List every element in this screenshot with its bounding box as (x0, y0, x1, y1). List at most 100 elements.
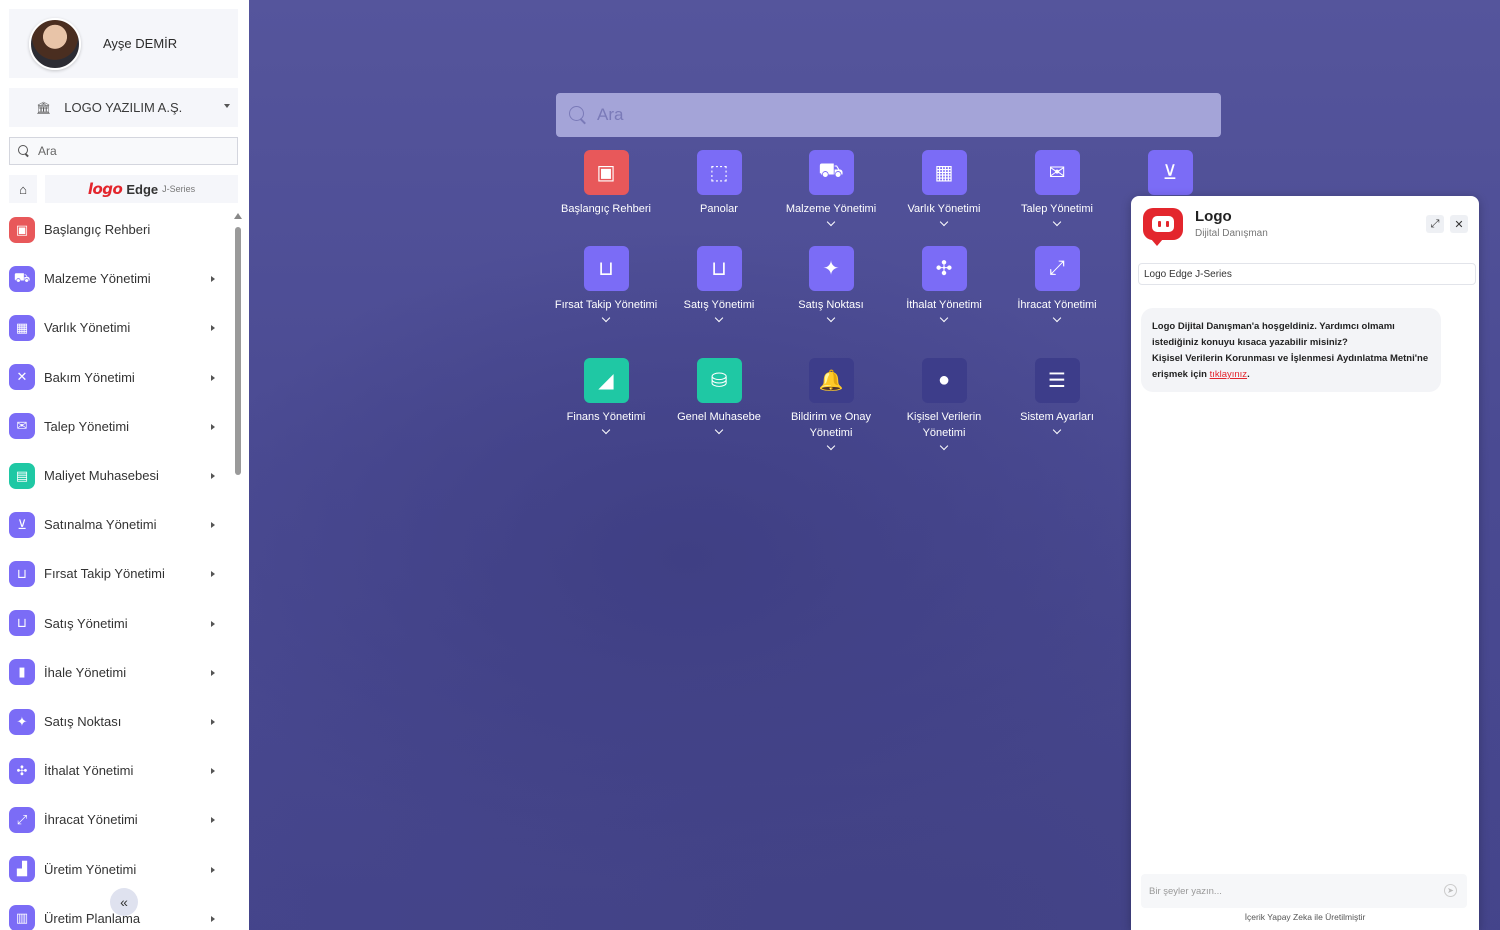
gavel-icon: ▮ (9, 659, 35, 686)
chat-logo-icon (1143, 208, 1183, 246)
module-tile[interactable]: ⛟ Malzeme Yönetimi (776, 150, 886, 227)
sidebar-item[interactable]: ▦ Varlık Yönetimi (0, 303, 232, 352)
chat-input[interactable] (1149, 885, 1429, 897)
search-icon (18, 145, 30, 157)
scroll-up-arrow[interactable] (234, 213, 242, 219)
sidebar-item[interactable]: ⛟ Malzeme Yönetimi (0, 254, 232, 303)
sidebar-item[interactable]: ✣ İthalat Yönetimi (0, 746, 232, 795)
expand-icon[interactable]: ⤢ (1426, 215, 1444, 233)
module-tile[interactable]: ✣ İthalat Yönetimi (889, 246, 999, 323)
caret-right-icon (211, 866, 215, 873)
main-search-input[interactable] (597, 105, 1197, 125)
module-tile-label: İthalat Yönetimi (906, 299, 982, 311)
module-tile[interactable]: ☰ Sistem Ayarları (1002, 358, 1112, 435)
close-icon[interactable]: ✕ (1450, 215, 1468, 233)
cart-icon: ⊔ (583, 246, 629, 291)
sidebar-item[interactable]: ⤢ İhracat Yönetimi (0, 795, 232, 844)
chevron-down-icon[interactable] (601, 425, 611, 435)
collapse-sidebar-button[interactable]: « (110, 888, 138, 916)
module-tile[interactable]: ● Kişisel Verilerin Yönetimi (889, 358, 999, 451)
chevron-down-icon[interactable] (1052, 313, 1062, 323)
import-arrows-icon: ✣ (921, 246, 967, 291)
module-tile[interactable]: 🔔 Bildirim ve Onay Yönetimi (776, 358, 886, 451)
module-tile[interactable]: ⊔ Satış Yönetimi (664, 246, 774, 323)
sidebar-item-label: İhracat Yönetimi (44, 812, 138, 828)
sidebar-menu: ▣ Başlangıç Rehberi ⛟ Malzeme Yönetimi ▦ Varl… (0, 205, 232, 930)
pos-cart-icon: ✦ (808, 246, 854, 291)
home-icon[interactable]: ⌂ (9, 175, 37, 203)
envelope-icon: ✉ (1034, 150, 1080, 195)
module-tile-label: Varlık Yönetimi (907, 203, 981, 215)
privacy-link[interactable]: tıklayınız (1210, 369, 1248, 380)
caret-right-icon (211, 473, 215, 479)
avatar[interactable] (29, 17, 81, 70)
sidebar-item-label: İthalat Yönetimi (44, 763, 134, 779)
user-profile[interactable]: Ayşe DEMİR (9, 9, 238, 78)
chevron-down-icon[interactable] (939, 217, 949, 227)
module-tile[interactable]: ▦ Varlık Yönetimi (889, 150, 999, 227)
chevron-down-icon[interactable] (826, 217, 836, 227)
guide-icon: ▣ (583, 150, 629, 195)
sidebar-item[interactable]: ▣ Başlangıç Rehberi (0, 205, 232, 254)
sidebar-item[interactable]: ▟ Üretim Yönetimi (0, 845, 232, 894)
caret-right-icon (211, 620, 215, 627)
search-icon (569, 106, 587, 124)
tools-icon: ✕ (9, 364, 35, 391)
sidebar-scrollbar[interactable] (234, 213, 242, 930)
basket-icon: ⊻ (9, 511, 35, 538)
dashboard-chart-icon: ⬚ (696, 150, 742, 195)
company-selector[interactable]: 🏛 LOGO YAZILIM A.Ş. (9, 88, 238, 127)
sidebar-item-label: Başlangıç Rehberi (44, 222, 151, 237)
sidebar-item[interactable]: ✦ Satış Noktası (0, 697, 232, 746)
module-tile[interactable]: ▣ Başlangıç Rehberi (551, 150, 661, 217)
sidebar-item[interactable]: ▮ İhale Yönetimi (0, 648, 232, 697)
sidebar-item[interactable]: ⊻ Satınalma Yönetimi (0, 500, 232, 549)
chat-message-end: . (1247, 369, 1250, 380)
chevron-down-icon[interactable] (939, 441, 949, 451)
basket-icon: ⊻ (1147, 150, 1193, 195)
export-arrows-icon: ⤢ (9, 806, 35, 833)
module-tile[interactable]: ⛁ Genel Muhasebe (664, 358, 774, 435)
caret-right-icon (211, 522, 215, 529)
chat-title: Logo (1195, 208, 1232, 225)
chevron-down-icon[interactable] (714, 313, 724, 323)
module-tile[interactable]: ◢ Finans Yönetimi (551, 358, 661, 435)
caret-right-icon (211, 768, 215, 775)
main-search (556, 93, 1221, 137)
module-tile-label: Finans Yönetimi (566, 411, 646, 423)
module-tile[interactable]: ⤢ İhracat Yönetimi (1002, 246, 1112, 323)
module-tile[interactable]: ⊔ Fırsat Takip Yönetimi (551, 246, 661, 323)
caret-right-icon (211, 915, 215, 922)
chat-context-field[interactable]: Logo Edge J-Series (1138, 263, 1476, 285)
sidebar-item-label: Fırsat Takip Yönetimi (44, 566, 165, 582)
sidebar-item-label: Bakım Yönetimi (44, 369, 135, 385)
module-tile[interactable]: ✉ Talep Yönetimi (1002, 150, 1112, 227)
sidebar-item[interactable]: ✕ Bakım Yönetimi (0, 353, 232, 402)
sidebar-item[interactable]: ▤ Maliyet Muhasebesi (0, 451, 232, 500)
sidebar-item[interactable]: ⊔ Fırsat Takip Yönetimi (0, 549, 232, 598)
sidebar-item[interactable]: ✉ Talep Yönetimi (0, 402, 232, 451)
chevron-down-icon[interactable] (939, 313, 949, 323)
send-icon[interactable]: ➤ (1444, 884, 1457, 897)
module-tile[interactable]: ✦ Satış Noktası (776, 246, 886, 323)
chevron-down-icon[interactable] (601, 313, 611, 323)
sidebar-item[interactable]: ⊔ Satış Yönetimi (0, 599, 232, 648)
brand-logo[interactable]: logo Edge J-Series (45, 175, 238, 203)
envelope-icon: ✉ (9, 413, 35, 440)
sidebar-item-label: Talep Yönetimi (44, 418, 130, 434)
chevron-down-icon[interactable] (826, 313, 836, 323)
module-tile-label: Sistem Ayarları (1020, 411, 1094, 423)
chat-subtitle: Dijital Danışman (1195, 228, 1268, 239)
sidebar-item-label: Varlık Yönetimi (44, 320, 131, 336)
sidebar-item-label: İhale Yönetimi (44, 664, 127, 680)
module-tile-label: Fırsat Takip Yönetimi (554, 299, 658, 311)
chat-footer-note: İçerik Yapay Zeka ile Üretilmiştir (1244, 912, 1366, 922)
scroll-thumb[interactable] (235, 227, 241, 475)
module-tile[interactable]: ⬚ Panolar (664, 150, 774, 217)
chevron-down-icon[interactable] (714, 425, 724, 435)
chevron-down-icon[interactable] (1052, 217, 1062, 227)
hand-truck-icon: ⛟ (808, 150, 854, 195)
chevron-down-icon[interactable] (826, 441, 836, 451)
chevron-down-icon[interactable] (1052, 425, 1062, 435)
sidebar-search-input[interactable] (38, 144, 218, 158)
